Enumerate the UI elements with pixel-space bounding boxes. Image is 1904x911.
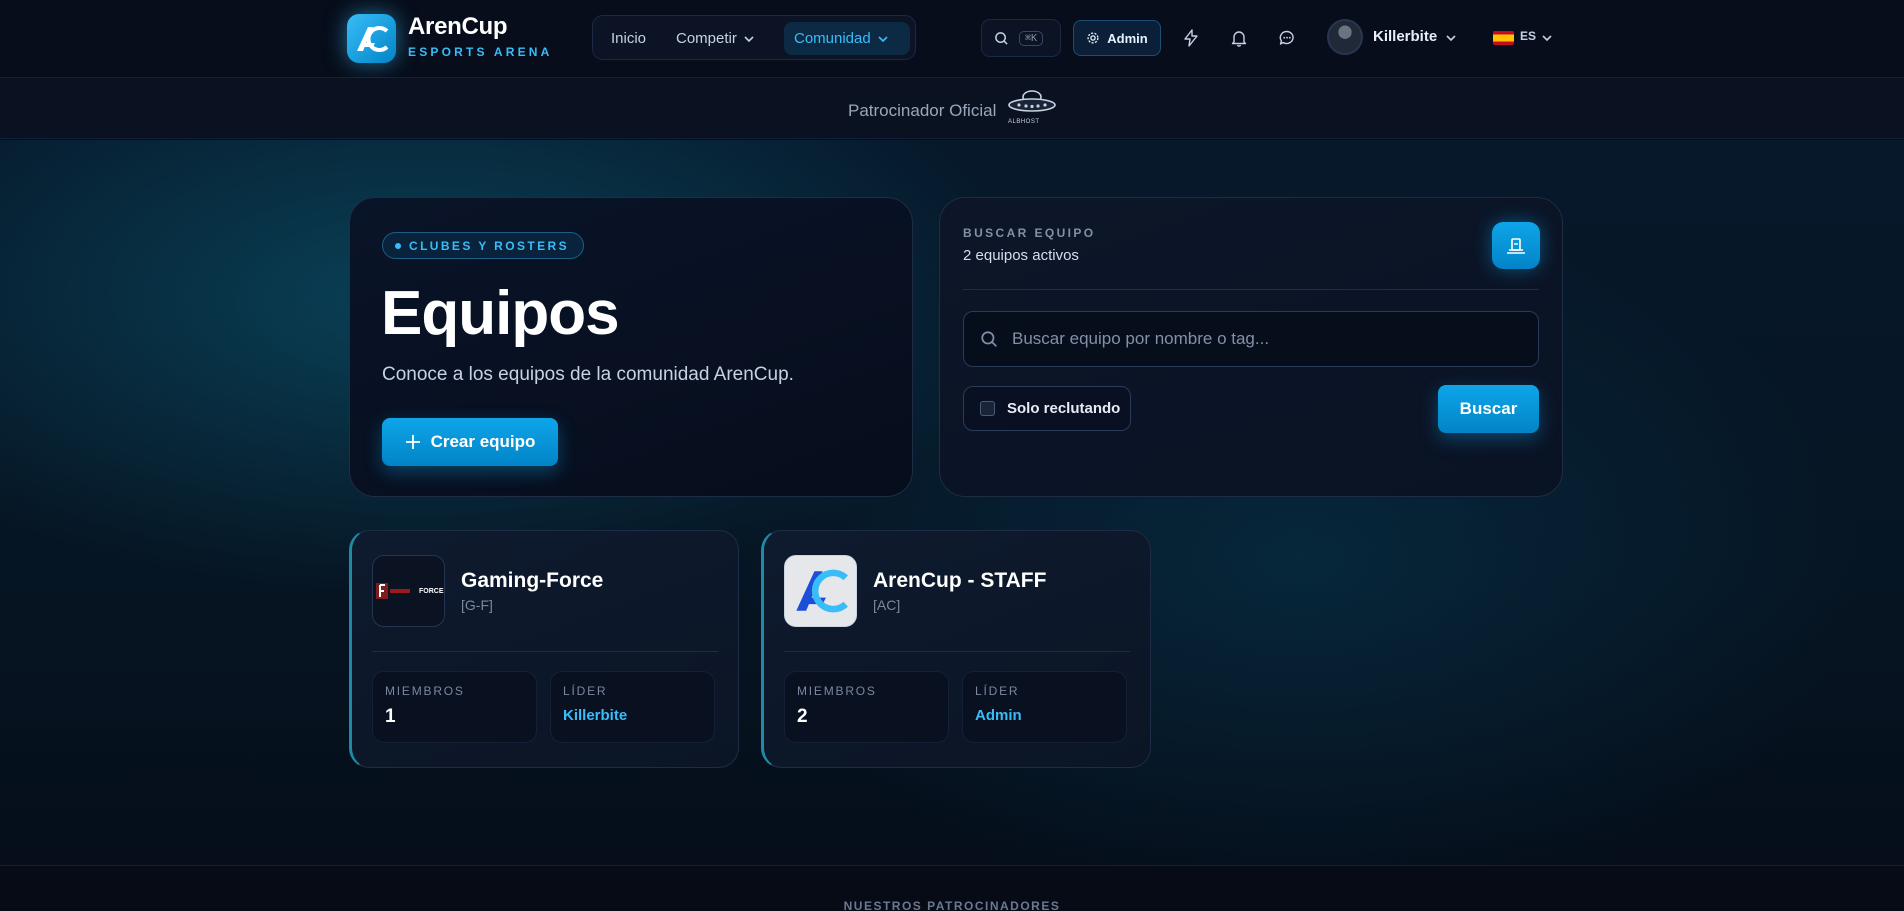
plus-icon: [405, 435, 420, 449]
nav-inicio-label: Inicio: [611, 30, 647, 47]
language-menu-toggle[interactable]: [1540, 31, 1554, 45]
sponsor-logo-text: ALBHOST: [1008, 119, 1040, 125]
members-label: MIEMBROS: [385, 684, 465, 698]
search-card-icon: [1492, 222, 1540, 269]
page-subtitle: Conoce a los equipos de la comunidad Are…: [382, 364, 794, 385]
chat-bubble-icon: [1279, 30, 1294, 45]
recruiting-label: Solo reclutando: [1007, 400, 1121, 417]
team-card[interactable]: ArenCup - STAFF [AC] MIEMBROS 2 LÍDER Ad…: [761, 530, 1151, 768]
nav-comunidad-label: Comunidad: [794, 30, 871, 47]
sponsor-label: Patrocinador Oficial: [848, 101, 997, 120]
leader-stat: LÍDER Killerbite: [550, 671, 715, 743]
admin-label: Admin: [1107, 30, 1148, 46]
sponsors-footer: NUESTROS PATROCINADORES: [0, 865, 1904, 911]
search-divider: [963, 289, 1539, 290]
team-divider: [372, 651, 718, 652]
badge-label: CLUBES Y ROSTERS: [409, 238, 569, 253]
team-tag: [AC]: [873, 597, 901, 613]
team-logo: [784, 555, 857, 627]
search-shortcut: ⌘K: [1019, 30, 1044, 46]
top-header: ArenCup ESPORTS ARENA Inicio Competir Co…: [0, 0, 1904, 78]
leader-link[interactable]: Killerbite: [563, 707, 627, 724]
recruiting-checkbox[interactable]: [980, 401, 995, 416]
user-name[interactable]: Killerbite: [1373, 28, 1437, 45]
admin-button[interactable]: Admin: [1073, 20, 1161, 56]
team-tag: [G-F]: [461, 597, 493, 613]
search-submit-button[interactable]: Buscar: [1438, 385, 1539, 433]
team-name[interactable]: ArenCup - STAFF: [873, 569, 1046, 593]
chevron-down-icon: [744, 35, 754, 42]
footer-sponsors-label: NUESTROS PATROCINADORES: [843, 899, 1061, 911]
page-title: Equipos: [381, 279, 620, 348]
tower-icon: [1507, 237, 1525, 254]
nav-inicio[interactable]: Inicio: [601, 22, 656, 55]
team-search-card: BUSCAR EQUIPO 2 equipos activos Solo rec…: [939, 197, 1563, 497]
brand-logo[interactable]: [347, 14, 396, 63]
team-logo: FORCE: [372, 555, 445, 627]
user-menu-toggle[interactable]: [1444, 31, 1458, 45]
user-avatar[interactable]: [1327, 19, 1363, 55]
arencup-logo-icon: [356, 25, 388, 52]
leader-link[interactable]: Admin: [975, 707, 1022, 724]
search-icon: [995, 31, 1008, 45]
lightning-icon: [1184, 29, 1198, 47]
leader-label: LÍDER: [975, 684, 1020, 698]
sponsor-ufo-logo-icon[interactable]: [1006, 90, 1058, 118]
members-stat: MIEMBROS 1: [372, 671, 537, 743]
bell-icon: [1231, 31, 1247, 47]
brand-name[interactable]: ArenCup: [408, 13, 508, 41]
badge-dot-icon: [395, 242, 401, 249]
search-kicker: BUSCAR EQUIPO: [963, 226, 1096, 240]
active-teams-count: 2 equipos activos: [963, 247, 1079, 264]
nav-competir[interactable]: Competir: [666, 22, 765, 55]
nav-competir-label: Competir: [676, 30, 737, 47]
messages-button[interactable]: [1276, 27, 1298, 49]
create-team-label: Crear equipo: [430, 432, 536, 451]
team-card[interactable]: FORCE Gaming-Force [G-F] MIEMBROS 1 LÍDE…: [349, 530, 739, 768]
recruiting-filter[interactable]: Solo reclutando: [963, 386, 1131, 431]
brand-tagline: ESPORTS ARENA: [408, 45, 553, 59]
language-selector[interactable]: ES: [1520, 29, 1536, 43]
official-sponsor-bar: Patrocinador Oficial: [0, 78, 1904, 139]
search-icon: [981, 331, 997, 347]
team-divider: [784, 651, 1130, 652]
team-search-field[interactable]: [963, 311, 1539, 367]
leader-label: LÍDER: [563, 684, 608, 698]
leader-stat: LÍDER Admin: [962, 671, 1127, 743]
arencup-logo-icon: [795, 569, 848, 613]
notifications-button[interactable]: [1228, 27, 1250, 49]
teams-hero-card: CLUBES Y ROSTERS Equipos Conoce a los eq…: [349, 197, 913, 497]
spain-flag-icon[interactable]: [1493, 31, 1514, 45]
create-team-button[interactable]: Crear equipo: [382, 418, 558, 466]
members-count: 2: [797, 706, 808, 727]
global-search-button[interactable]: ⌘K: [981, 19, 1061, 57]
members-label: MIEMBROS: [797, 684, 877, 698]
members-count: 1: [385, 706, 396, 727]
chevron-down-icon: [878, 35, 888, 42]
section-badge: CLUBES Y ROSTERS: [382, 232, 584, 259]
gear-icon: [1087, 32, 1099, 44]
main-nav: Inicio Competir Comunidad: [592, 15, 916, 60]
chevron-down-icon: [1446, 35, 1456, 42]
team-logo-text: FORCE: [419, 588, 444, 595]
chevron-down-icon: [1542, 35, 1552, 42]
nav-comunidad[interactable]: Comunidad: [784, 22, 910, 55]
team-name[interactable]: Gaming-Force: [461, 569, 603, 593]
members-stat: MIEMBROS 2: [784, 671, 949, 743]
activity-button[interactable]: [1180, 27, 1202, 49]
team-search-input[interactable]: [1012, 329, 1512, 349]
